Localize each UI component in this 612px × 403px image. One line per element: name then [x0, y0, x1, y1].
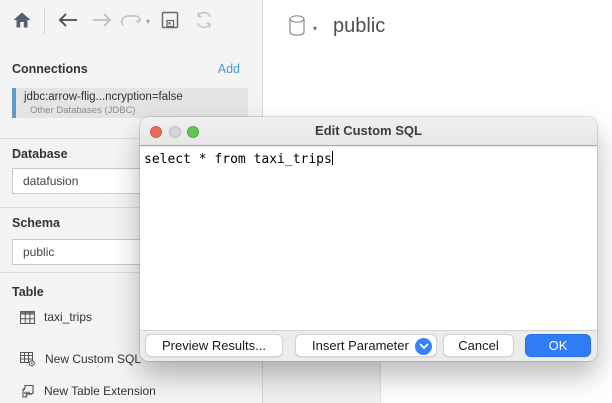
- new-table-extension-label: New Table Extension: [44, 384, 156, 398]
- new-table-extension-item[interactable]: New Table Extension: [20, 382, 156, 400]
- datasource-title: public: [333, 15, 385, 38]
- sql-text: select * from taxi_trips: [144, 152, 332, 167]
- back-button[interactable]: [56, 8, 80, 32]
- forward-arrow-icon: [92, 12, 112, 28]
- table-item-label: taxi_trips: [44, 310, 92, 324]
- datasource-dropdown-caret[interactable]: ▾: [313, 24, 317, 33]
- text-cursor: [332, 151, 333, 165]
- redo-icon: [119, 12, 141, 28]
- refresh-button[interactable]: [192, 8, 216, 32]
- table-header: Table: [12, 285, 44, 299]
- dialog-titlebar[interactable]: Edit Custom SQL: [140, 117, 597, 146]
- ok-button[interactable]: OK: [525, 334, 591, 357]
- toolbar: ▾: [0, 0, 263, 44]
- connection-name: jdbc:arrow-flig...ncryption=false: [24, 91, 183, 103]
- forward-button[interactable]: [90, 8, 114, 32]
- insert-parameter-button[interactable]: Insert Parameter: [295, 334, 437, 357]
- cancel-button[interactable]: Cancel: [443, 334, 514, 357]
- save-button[interactable]: [158, 8, 182, 32]
- table-item-taxi-trips[interactable]: taxi_trips: [20, 308, 92, 326]
- refresh-icon: [194, 10, 214, 30]
- preview-results-button[interactable]: Preview Results...: [145, 334, 283, 357]
- dialog-footer: Preview Results... Insert Parameter Canc…: [140, 330, 597, 361]
- connections-header: Connections: [12, 62, 88, 76]
- new-custom-sql-item[interactable]: New Custom SQL: [20, 350, 141, 368]
- home-button[interactable]: [10, 8, 34, 32]
- canvas-divider: [380, 362, 381, 403]
- table-extension-icon: [20, 384, 35, 399]
- edit-custom-sql-dialog: Edit Custom SQL select * from taxi_trips…: [140, 117, 597, 361]
- redo-dropdown-caret[interactable]: ▾: [146, 17, 150, 26]
- insert-parameter-label: Insert Parameter: [312, 338, 409, 353]
- database-header: Database: [12, 147, 68, 161]
- save-icon: [161, 11, 179, 29]
- connection-type: Other Databases (JDBC): [30, 105, 136, 116]
- toolbar-divider: [44, 8, 45, 34]
- add-connection-link[interactable]: Add: [218, 62, 240, 76]
- custom-sql-icon: [20, 352, 36, 367]
- datasource-header: ▾ public: [287, 14, 385, 38]
- sql-editor[interactable]: select * from taxi_trips: [140, 147, 597, 330]
- canvas-area: [263, 362, 381, 403]
- chevron-down-icon[interactable]: [415, 338, 432, 355]
- new-custom-sql-label: New Custom SQL: [45, 352, 141, 366]
- dialog-title: Edit Custom SQL: [140, 123, 597, 138]
- home-icon: [12, 10, 32, 30]
- back-arrow-icon: [58, 12, 78, 28]
- table-icon: [20, 311, 35, 324]
- schema-header: Schema: [12, 216, 60, 230]
- database-cylinder-icon[interactable]: [287, 14, 307, 38]
- connection-item[interactable]: jdbc:arrow-flig...ncryption=false Other …: [12, 88, 248, 118]
- redo-button[interactable]: [118, 8, 142, 32]
